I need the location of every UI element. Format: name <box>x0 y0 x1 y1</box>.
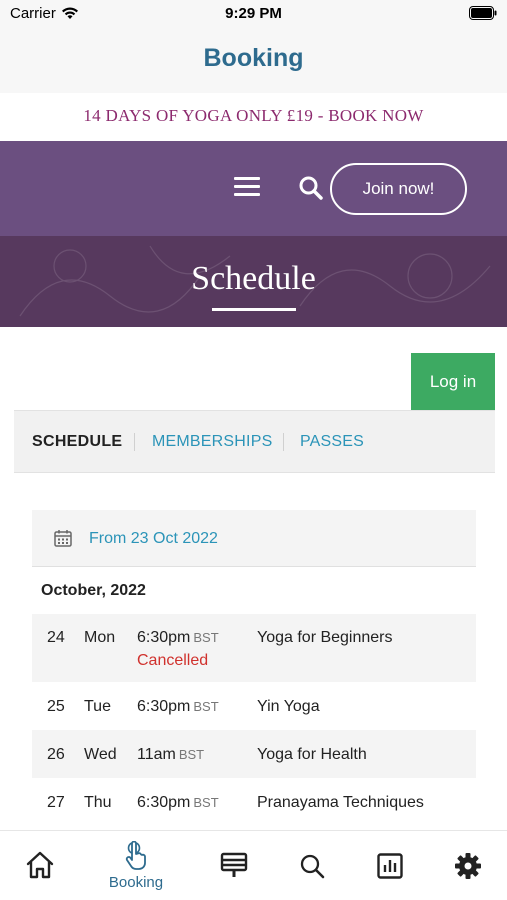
tab-schedule[interactable]: SCHEDULE <box>32 433 122 451</box>
heading-underline <box>212 308 296 311</box>
tab-divider <box>283 433 284 451</box>
schedule-row[interactable]: 26 Wed 11am BST Yoga for Health <box>32 730 476 778</box>
row-timezone: BST <box>193 630 219 645</box>
row-class-name[interactable]: Pranayama Techniques <box>257 794 424 812</box>
tab-passes[interactable]: PASSES <box>300 433 364 451</box>
row-day: 27 <box>47 794 65 811</box>
search-icon <box>300 854 325 879</box>
row-day: 25 <box>47 698 65 715</box>
tabbar-settings[interactable] <box>433 831 503 900</box>
row-weekday: Mon <box>84 629 116 646</box>
tabbar-home[interactable] <box>5 831 75 900</box>
schedule-row[interactable]: 27 Thu 6:30pm BST Pranayama Techniques <box>32 778 476 826</box>
row-time-value: 6:30pm <box>137 794 191 811</box>
row-timezone: BST <box>178 747 205 762</box>
login-button[interactable]: Log in <box>411 353 495 410</box>
join-now-button[interactable]: Join now! <box>330 163 467 215</box>
month-heading: October, 2022 <box>41 582 146 599</box>
calendar-icon <box>54 530 72 547</box>
bottom-tab-bar: Booking <box>0 830 507 900</box>
row-class-name[interactable]: Yin Yoga <box>257 698 320 716</box>
row-time: 6:30pm BST <box>137 698 219 716</box>
page-title: Booking <box>203 44 304 72</box>
tap-icon <box>125 841 146 870</box>
schedule-row[interactable]: 25 Tue 6:30pm BST Yin Yoga <box>32 682 476 730</box>
tab-memberships[interactable]: MEMBERSHIPS <box>152 433 272 451</box>
row-time: 6:30pm BST <box>137 794 219 812</box>
menu-icon[interactable] <box>234 177 262 199</box>
row-time: 6:30pm BST <box>137 629 219 647</box>
search-icon[interactable] <box>298 175 324 201</box>
row-class-name[interactable]: Yoga for Health <box>257 746 367 764</box>
row-day: 26 <box>47 746 65 763</box>
schedule-row[interactable]: 24 Mon 6:30pm BST Cancelled Yoga for Begi… <box>32 614 476 682</box>
tabbar-stats[interactable] <box>355 831 425 900</box>
promo-link[interactable]: 14 DAYS OF YOGA ONLY £19 - BOOK NOW <box>83 106 423 126</box>
presentation-icon <box>220 852 248 877</box>
hero-banner: Schedule <box>0 236 507 327</box>
status-time: 9:29 PM <box>225 5 282 22</box>
home-icon <box>26 851 54 879</box>
row-time: 11am BST <box>137 746 204 764</box>
status-bar: Carrier 9:29 PM <box>0 0 507 30</box>
tabbar-search[interactable] <box>277 831 347 900</box>
tabbar-classes[interactable] <box>199 831 269 900</box>
status-badge: Cancelled <box>137 652 209 669</box>
row-weekday: Tue <box>84 698 111 715</box>
date-filter-label: From 23 Oct 2022 <box>89 530 218 547</box>
row-timezone: BST <box>193 795 219 810</box>
schedule-heading: Schedule <box>191 260 316 297</box>
tabbar-booking[interactable]: Booking <box>101 831 171 900</box>
battery-icon <box>469 6 497 25</box>
tab-divider <box>134 433 135 451</box>
row-day: 24 <box>47 629 65 646</box>
schedule-tabs: SCHEDULE MEMBERSHIPS PASSES <box>14 410 495 473</box>
row-time-value: 6:30pm <box>137 698 191 715</box>
promo-banner[interactable]: 14 DAYS OF YOGA ONLY £19 - BOOK NOW <box>0 93 507 141</box>
row-timezone: BST <box>193 699 219 714</box>
gear-icon <box>455 853 481 879</box>
tabbar-label-booking: Booking <box>108 874 164 891</box>
row-weekday: Thu <box>84 794 112 811</box>
date-filter[interactable]: From 23 Oct 2022 <box>32 510 476 567</box>
row-class-name[interactable]: Yoga for Beginners <box>257 629 393 647</box>
row-weekday: Wed <box>84 746 117 763</box>
row-time-value: 11am <box>137 746 176 763</box>
chart-icon <box>377 853 403 879</box>
row-time-value: 6:30pm <box>137 629 191 646</box>
app-header: Booking <box>0 30 507 93</box>
site-nav: Join now! <box>0 141 507 236</box>
